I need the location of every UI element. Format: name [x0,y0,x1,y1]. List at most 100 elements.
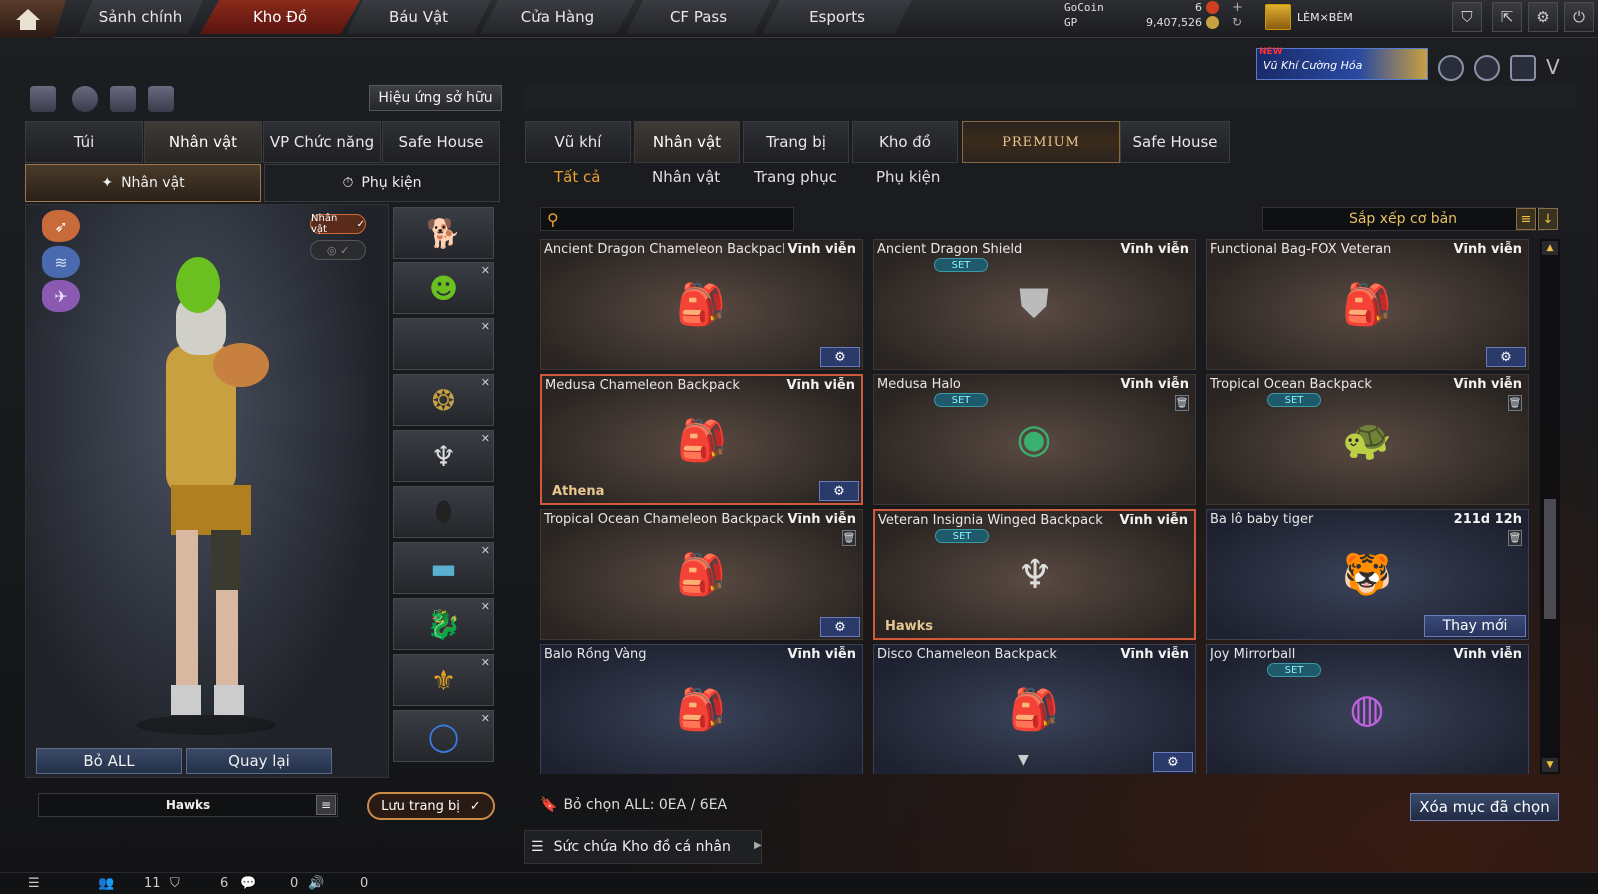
visibility-toggle-icon[interactable]: ◎ ✓ [310,240,366,260]
item-card[interactable]: Ancient Dragon Shield Vĩnh viễn SET ⛊ [873,239,1196,370]
equip-slot-backpack[interactable]: ♆ ✕ [393,430,494,482]
tab-safe-house-right[interactable]: Safe House [1120,121,1230,163]
tab-premium[interactable]: PREMIUM [962,121,1120,163]
tab-storage[interactable]: Kho đồ [852,121,958,163]
category-weapon-icon[interactable]: ➶ [42,210,80,242]
subtab-character[interactable]: ✦ Nhân vật [25,164,261,202]
category-armor-icon[interactable]: ≋ [42,246,80,278]
trash-icon[interactable]: 🗑 [842,530,856,546]
unequip-icon[interactable]: ✕ [481,376,490,389]
item-card-selected[interactable]: Medusa Chameleon Backpack Vĩnh viễn 🎒 At… [540,374,863,505]
tab-character[interactable]: Nhân vật [144,121,262,163]
nav-tab-esports[interactable]: Esports [762,0,912,34]
gear-icon[interactable]: ⚙ [820,617,860,637]
item-card[interactable]: Ancient Dragon Chameleon Backpack Vĩnh v… [540,239,863,370]
equip-slot-gold-item[interactable]: ⚜ ✕ [393,654,494,706]
speaker-icon[interactable]: 🔊 [308,876,324,891]
scrollbar[interactable]: ▲ ▼ [1540,239,1560,774]
unequip-icon[interactable]: ✕ [481,264,490,277]
settings-gear-icon[interactable]: ⚙ [1528,2,1558,32]
chat-icon[interactable]: 💬 [240,876,256,891]
delete-selected-button[interactable]: Xóa mục đã chọn [1410,793,1559,821]
item-card[interactable]: Functional Bag-FOX Veteran Vĩnh viễn 🎒 ⚙ [1206,239,1529,370]
remove-all-button[interactable]: Bỏ ALL [36,748,182,774]
selection-info[interactable]: 🔖 Bỏ chọn ALL: 0EA / 6EA [540,797,727,813]
tab-characters[interactable]: Nhân vật [634,121,740,163]
tab-safe-house[interactable]: Safe House [382,121,500,163]
item-card[interactable]: Medusa Halo Vĩnh viễn SET 🗑 ◉ [873,374,1196,505]
friends-icon[interactable]: 👥 [98,876,114,891]
menu-icon[interactable]: ☰ [28,876,40,891]
nav-tab-inventory[interactable]: Kho Đồ [200,0,360,34]
equip-slot-pet[interactable]: 🐕 [393,207,494,259]
plus-icon[interactable]: + [1232,0,1243,15]
weapon-upgrade-banner[interactable]: NEW Vũ Khí Cường Hóa [1256,47,1428,80]
gear-icon[interactable]: ⚙ [1486,347,1526,367]
character-swap-icon[interactable] [110,86,136,112]
item-card[interactable]: Balo Rồng Vàng Vĩnh viễn 🎒 [540,644,863,774]
trash-icon[interactable]: 🗑 [1175,395,1189,411]
globe-icon[interactable] [1474,55,1500,81]
tab-weapons[interactable]: Vũ khí [525,121,631,163]
subtab-accessory[interactable]: ⏱ Phụ kiện [264,164,500,202]
back-button[interactable]: Quay lại [186,748,332,774]
user-info[interactable]: LÈM×BÈM [1265,4,1353,30]
equip-slot-dragon[interactable]: 🐉 ✕ [393,598,494,650]
pet-icon[interactable] [148,86,174,112]
subtab-accessories[interactable]: Phụ kiện [876,168,940,194]
scroll-thumb[interactable] [1544,499,1556,619]
unequip-icon[interactable]: ✕ [481,432,490,445]
unequip-icon[interactable]: ✕ [481,600,490,613]
character-preview[interactable] [25,204,389,778]
nav-tab-treasure[interactable]: Báu Vật [346,0,491,34]
nav-tab-cfpass[interactable]: CF Pass [626,0,771,34]
item-card[interactable]: Tropical Ocean Chameleon Backpack Vĩnh v… [540,509,863,640]
history-icon[interactable] [72,86,98,112]
subtab-all[interactable]: Tất cả [554,168,600,194]
item-card[interactable]: Disco Chameleon Backpack Vĩnh viễn 🎒 ⚙ [873,644,1196,774]
chevron-right-icon[interactable]: ▶ [754,840,762,851]
v-logo-icon[interactable]: V [1546,55,1572,81]
ownership-effect-button[interactable]: Hiệu ứng sở hữu [369,85,502,111]
tab-bag[interactable]: Túi [25,121,143,163]
chevron-down-icon[interactable]: ▼ [1018,752,1029,768]
trash-icon[interactable]: 🗑 [1508,530,1522,546]
unequip-icon[interactable]: ✕ [481,656,490,669]
renew-button[interactable]: Thay mới [1424,615,1526,637]
exit-room-icon[interactable]: ⇱ [1492,2,1522,32]
save-equipment-button[interactable]: Lưu trang bị ✓ [367,792,495,820]
equip-slot-empty-effect[interactable]: ✕ [393,318,494,370]
emblem-icon[interactable] [1438,55,1464,81]
equip-slot-body-empty[interactable]: ⬮ [393,486,494,538]
gear-icon[interactable]: ⚙ [819,481,859,501]
list-view-icon[interactable]: ≡ [1516,208,1536,230]
equip-slot-mask[interactable]: ☻ ✕ [393,262,494,314]
sort-dropdown[interactable]: Sắp xếp cơ bản [1262,207,1544,231]
nav-tab-lobby[interactable]: Sảnh chính [78,0,203,34]
equip-slot-ring[interactable]: ◯ ✕ [393,710,494,762]
unequip-icon[interactable]: ✕ [481,712,490,725]
gear-icon[interactable]: ⚙ [1153,752,1193,772]
shield-icon[interactable]: ⛉ [1452,2,1482,32]
nav-tab-shop[interactable]: Cửa Hàng [480,0,635,34]
scroll-up-icon[interactable]: ▲ [1542,241,1558,255]
unequip-icon[interactable]: ✕ [481,320,490,333]
tab-function-items[interactable]: VP Chức năng [263,121,381,163]
subtab-outfits[interactable]: Trang phục [754,168,837,194]
storage-capacity-button[interactable]: ☰ Sức chứa Kho đồ cá nhân [524,830,762,864]
item-card[interactable]: Ba lô baby tiger 211d 12h 🗑 🐯 Thay mới [1206,509,1529,640]
crest-icon[interactable] [1510,55,1536,81]
item-card[interactable]: Joy Mirrorball Vĩnh viễn SET ◍ [1206,644,1529,774]
gear-icon[interactable]: ⚙ [820,347,860,367]
character-toggle-badge[interactable]: Nhân vật ✓ [310,213,366,235]
refresh-icon[interactable]: ↻ [1232,15,1242,29]
tab-equipment[interactable]: Trang bị [743,121,849,163]
trash-icon[interactable]: 🗑 [1508,395,1522,411]
subtab-characters[interactable]: Nhân vật [652,168,720,194]
equip-slot-pendant[interactable]: ❂ ✕ [393,374,494,426]
equip-slot-armband[interactable]: ▬ ✕ [393,542,494,594]
power-icon[interactable]: ⏻ [1564,2,1594,32]
search-input[interactable]: ⚲ [540,207,794,231]
ranking-icon[interactable] [30,86,56,112]
item-card[interactable]: Tropical Ocean Backpack Vĩnh viễn SET 🗑 … [1206,374,1529,505]
